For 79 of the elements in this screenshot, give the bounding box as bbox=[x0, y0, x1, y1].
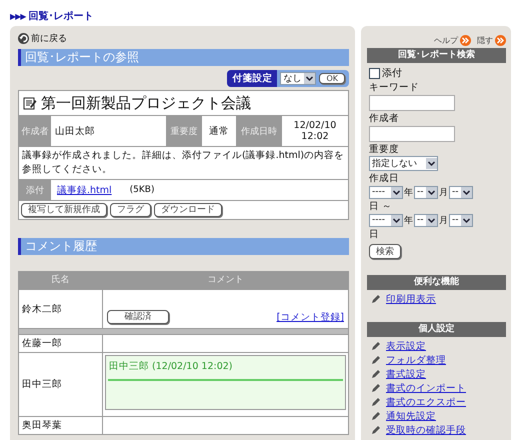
section-header: 個人設定 bbox=[367, 322, 506, 337]
double-arrow-icon bbox=[495, 34, 506, 46]
memo-icon bbox=[23, 96, 37, 110]
month-select[interactable]: -- bbox=[414, 214, 438, 226]
menu-link[interactable]: 受取時の確認手段 bbox=[386, 424, 466, 436]
action-button[interactable]: フラグ bbox=[110, 203, 151, 217]
field-value: 山田太郎 bbox=[54, 124, 96, 138]
menu-link[interactable]: 書式のインポート bbox=[386, 382, 466, 394]
menu-link[interactable]: 書式のエクスポー bbox=[386, 396, 466, 408]
dropdown-arrow-icon bbox=[461, 186, 472, 198]
importance-select[interactable]: 指定しない bbox=[369, 156, 438, 171]
table-cell-text: 田中三郎 bbox=[21, 378, 63, 392]
field-value: 通常 bbox=[208, 124, 230, 138]
breadcrumb-marker: ▶▶▶ bbox=[10, 12, 26, 20]
day-select[interactable]: -- bbox=[449, 186, 473, 198]
column-header: 氏名 bbox=[50, 274, 70, 287]
dropdown-arrow-icon bbox=[391, 214, 402, 226]
table-cell-text: 佐藤一郎 bbox=[21, 337, 63, 351]
table-cell-text: 奥田琴葉 bbox=[21, 419, 63, 433]
field-value: 12/02/10 12:02 bbox=[292, 119, 338, 144]
report-title: 第一回新製品プロジェクト会議 bbox=[41, 94, 251, 112]
unit-label: 月 bbox=[439, 214, 448, 226]
unit-label: 年 bbox=[404, 186, 413, 198]
field-label: 作成日 bbox=[369, 172, 400, 185]
sticky-note-select[interactable]: なし bbox=[280, 72, 316, 85]
dropdown-arrow-icon bbox=[304, 73, 316, 84]
month-select[interactable]: -- bbox=[414, 186, 438, 198]
checkbox[interactable] bbox=[369, 68, 380, 78]
sticky-note-label: 付箋設定 bbox=[227, 70, 278, 87]
sidebar-link[interactable]: 隠す bbox=[477, 34, 506, 46]
comment-link[interactable]: [コメント登録] bbox=[276, 311, 344, 324]
menu-link[interactable]: 表示設定 bbox=[386, 340, 426, 352]
search-button[interactable]: 検索 bbox=[369, 244, 401, 259]
year-select[interactable]: ---- bbox=[369, 186, 403, 198]
search-header: 回覧･レポート検索 bbox=[367, 48, 506, 63]
field-label: 作成者 bbox=[19, 116, 51, 146]
sidebar-link[interactable]: ヘルプ bbox=[434, 34, 471, 46]
dropdown-arrow-icon bbox=[426, 214, 437, 226]
unit-label: 年 bbox=[404, 214, 413, 226]
checkbox-label: 添付 bbox=[382, 67, 402, 80]
unit-label: 日 bbox=[369, 228, 380, 241]
menu-link[interactable]: 通知先設定 bbox=[386, 410, 436, 422]
page-title: 回覧･レポート bbox=[28, 10, 94, 23]
field-label: キーワード bbox=[369, 81, 420, 94]
table-cell-text: 鈴木二郎 bbox=[21, 302, 63, 316]
section-header: 便利な機能 bbox=[367, 275, 506, 290]
back-arrow-icon bbox=[18, 33, 29, 44]
day-select[interactable]: -- bbox=[449, 214, 473, 226]
dropdown-arrow-icon bbox=[391, 186, 402, 198]
ok-button[interactable]: OK bbox=[319, 73, 345, 84]
report-body: 議事録が作成されました。詳細は、添付ファイル(議事録.html)の内容を参照してください。 bbox=[19, 147, 348, 180]
double-arrow-icon bbox=[460, 34, 471, 46]
column-header: コメント bbox=[102, 272, 348, 289]
field-label: 添付 bbox=[19, 180, 51, 200]
menu-link[interactable]: 印刷用表示 bbox=[386, 292, 436, 306]
year-select[interactable]: ---- bbox=[369, 214, 403, 226]
confirm-button[interactable]: 確認済 bbox=[107, 310, 169, 324]
section-header: コメント履歴 bbox=[18, 238, 349, 255]
menu-link[interactable]: 書式設定 bbox=[386, 368, 426, 380]
pencil-icon bbox=[371, 294, 381, 304]
keyword-field[interactable] bbox=[369, 95, 455, 111]
action-button[interactable]: ダウンロード bbox=[154, 203, 222, 217]
dropdown-arrow-icon bbox=[461, 214, 472, 226]
dropdown-arrow-icon bbox=[426, 186, 437, 198]
field-label: 重要度 bbox=[369, 143, 400, 156]
section-header: 回覧･レポートの参照 bbox=[18, 49, 349, 66]
unit-label: 月 bbox=[439, 186, 448, 198]
field-label: 作成者 bbox=[369, 112, 400, 125]
file-size: (5KB) bbox=[130, 185, 154, 195]
attachment-link[interactable]: 議事録.html bbox=[57, 184, 112, 196]
dropdown-arrow-icon bbox=[426, 158, 437, 169]
action-button[interactable]: 複写して新規作成 bbox=[21, 203, 107, 217]
unit-label: 日 ～ bbox=[369, 200, 394, 213]
back-link[interactable]: 前に戻る bbox=[18, 32, 67, 45]
comment-author: 田中三郎 (12/02/10 12:02) bbox=[108, 358, 343, 381]
menu-link[interactable]: フォルダ整理 bbox=[386, 354, 446, 366]
field-label: 重要度 bbox=[166, 116, 202, 146]
author-field[interactable] bbox=[369, 126, 455, 142]
field-label: 作成日時 bbox=[236, 116, 282, 146]
